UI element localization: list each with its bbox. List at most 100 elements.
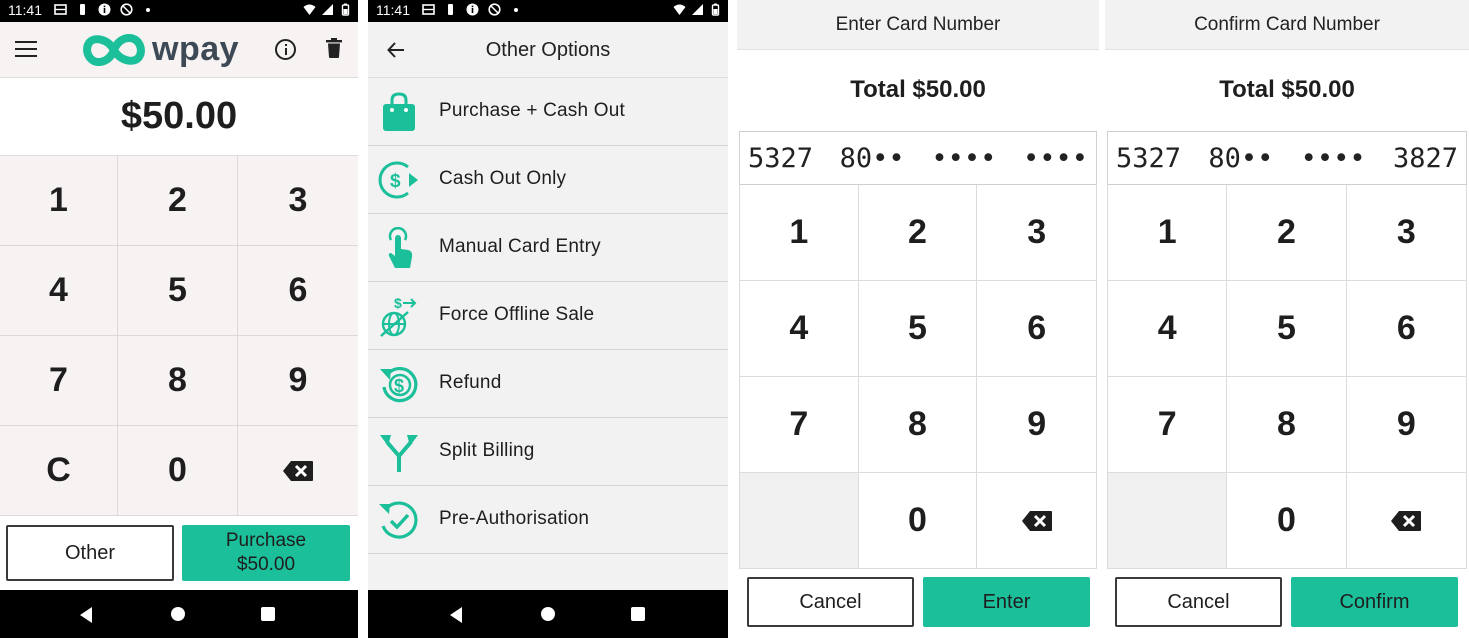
cash-out-icon: $: [378, 161, 418, 199]
cancel-button[interactable]: Cancel: [747, 577, 914, 627]
info-icon[interactable]: [275, 39, 296, 60]
key-6[interactable]: 6: [1346, 281, 1466, 377]
key-clear[interactable]: C: [0, 426, 118, 516]
key-1[interactable]: 1: [740, 185, 859, 281]
key-2[interactable]: 2: [1227, 185, 1347, 281]
split-arrows-icon: [380, 435, 418, 472]
purchase-button-amount: $50.00: [236, 554, 296, 575]
option-split-billing[interactable]: Split Billing: [368, 418, 728, 486]
nav-recents-icon[interactable]: [631, 607, 645, 621]
key-3[interactable]: 3: [1346, 185, 1466, 281]
option-label: Split Billing: [439, 440, 535, 461]
status-bar: 11:41: [368, 0, 728, 22]
option-manual-card-entry[interactable]: Manual Card Entry: [368, 214, 728, 282]
refund-icon: $: [380, 367, 418, 403]
options-list: Purchase + Cash Out $ Cash Out Only Manu…: [368, 78, 728, 554]
enter-card-screen: Enter Card Number Total $50.00 5327 80••…: [737, 0, 1099, 638]
options-header: Other Options: [368, 22, 728, 78]
key-8[interactable]: 8: [118, 336, 238, 426]
key-5[interactable]: 5: [118, 246, 238, 336]
key-backspace[interactable]: [1346, 473, 1466, 569]
key-2[interactable]: 2: [858, 185, 978, 281]
option-label: Purchase + Cash Out: [439, 100, 625, 121]
key-4[interactable]: 4: [740, 281, 859, 377]
confirm-button[interactable]: Confirm: [1291, 577, 1458, 627]
confirm-card-screen: Confirm Card Number Total $50.00 5327 80…: [1105, 0, 1469, 638]
key-7[interactable]: 7: [740, 377, 859, 473]
key-4[interactable]: 4: [1108, 281, 1228, 377]
nav-back-icon[interactable]: [450, 607, 462, 623]
android-nav-bar: [368, 590, 728, 638]
amount-display: $50.00: [0, 78, 358, 156]
wifi-icon: [303, 4, 316, 15]
key-0[interactable]: 0: [1227, 473, 1347, 569]
key-blank: [1108, 473, 1228, 569]
option-label: Cash Out Only: [439, 168, 567, 189]
hamburger-menu-icon[interactable]: [15, 41, 37, 57]
status-bar: 11:41: [0, 0, 358, 22]
total-amount: Total $50.00: [1219, 76, 1355, 103]
info-notification-icon: [466, 3, 479, 16]
svg-text:$: $: [390, 171, 401, 192]
key-6[interactable]: 6: [238, 246, 358, 336]
backspace-icon: [1391, 510, 1422, 531]
card-group-4: 3827: [1392, 142, 1458, 174]
trash-icon[interactable]: [326, 38, 342, 58]
purchase-button[interactable]: Purchase $50.00: [182, 525, 350, 581]
key-backspace[interactable]: [977, 473, 1096, 569]
check-clock-icon: [379, 501, 418, 539]
key-5[interactable]: 5: [1227, 281, 1347, 377]
key-0[interactable]: 0: [858, 473, 978, 569]
option-purchase-cash-out[interactable]: Purchase + Cash Out: [368, 78, 728, 146]
numeric-keypad: 1 2 3 4 5 6 7 8 9 C 0: [0, 156, 358, 516]
key-1[interactable]: 1: [1108, 185, 1228, 281]
key-3[interactable]: 3: [238, 156, 358, 246]
svg-text:$: $: [394, 376, 404, 396]
wpay-infinity-logo-icon: [83, 33, 145, 66]
key-1[interactable]: 1: [0, 156, 118, 246]
card-number-field[interactable]: 5327 80•• •••• 3827: [1107, 131, 1467, 185]
battery-icon: [341, 3, 350, 16]
card-number-field[interactable]: 5327 80•• •••• ••••: [739, 131, 1097, 185]
option-refund[interactable]: $ Refund: [368, 350, 728, 418]
option-cash-out-only[interactable]: $ Cash Out Only: [368, 146, 728, 214]
key-9[interactable]: 9: [1346, 377, 1466, 473]
option-label: Pre-Authorisation: [439, 508, 590, 529]
card-group-3: ••••: [1300, 142, 1366, 174]
nav-back-icon[interactable]: [80, 607, 92, 623]
enter-button[interactable]: Enter: [923, 577, 1090, 627]
key-5[interactable]: 5: [858, 281, 978, 377]
key-8[interactable]: 8: [1227, 377, 1347, 473]
action-bar: Other Purchase $50.00: [0, 516, 358, 590]
nav-recents-icon[interactable]: [261, 607, 275, 621]
key-9[interactable]: 9: [977, 377, 1096, 473]
numeric-keypad: 1 2 3 4 5 6 7 8 9 0: [739, 185, 1097, 569]
battery-saver-icon: [448, 4, 453, 15]
key-2[interactable]: 2: [118, 156, 238, 246]
signal-icon: [692, 4, 703, 15]
option-pre-authorisation[interactable]: Pre-Authorisation: [368, 486, 728, 554]
key-9[interactable]: 9: [238, 336, 358, 426]
key-0[interactable]: 0: [118, 426, 238, 516]
key-7[interactable]: 7: [0, 336, 118, 426]
key-4[interactable]: 4: [0, 246, 118, 336]
other-options-screen: 11:41 Other Options Purchase + Cash Out …: [368, 0, 728, 638]
key-backspace[interactable]: [238, 426, 358, 516]
nav-home-icon[interactable]: [171, 607, 185, 621]
other-button[interactable]: Other: [6, 525, 174, 581]
nav-home-icon[interactable]: [541, 607, 555, 621]
key-6[interactable]: 6: [977, 281, 1096, 377]
option-force-offline-sale[interactable]: $ Force Offline Sale: [368, 282, 728, 350]
cancel-button[interactable]: Cancel: [1115, 577, 1282, 627]
info-notification-icon: [98, 3, 111, 16]
option-label: Manual Card Entry: [439, 236, 601, 257]
sim-card-icon: [422, 4, 435, 15]
page-title: Confirm Card Number: [1105, 0, 1469, 50]
key-blank: [740, 473, 859, 569]
page-title: Enter Card Number: [737, 0, 1099, 50]
status-time: 11:41: [376, 2, 410, 18]
key-8[interactable]: 8: [858, 377, 978, 473]
key-7[interactable]: 7: [1108, 377, 1228, 473]
key-3[interactable]: 3: [977, 185, 1096, 281]
tap-finger-icon: [388, 227, 413, 268]
